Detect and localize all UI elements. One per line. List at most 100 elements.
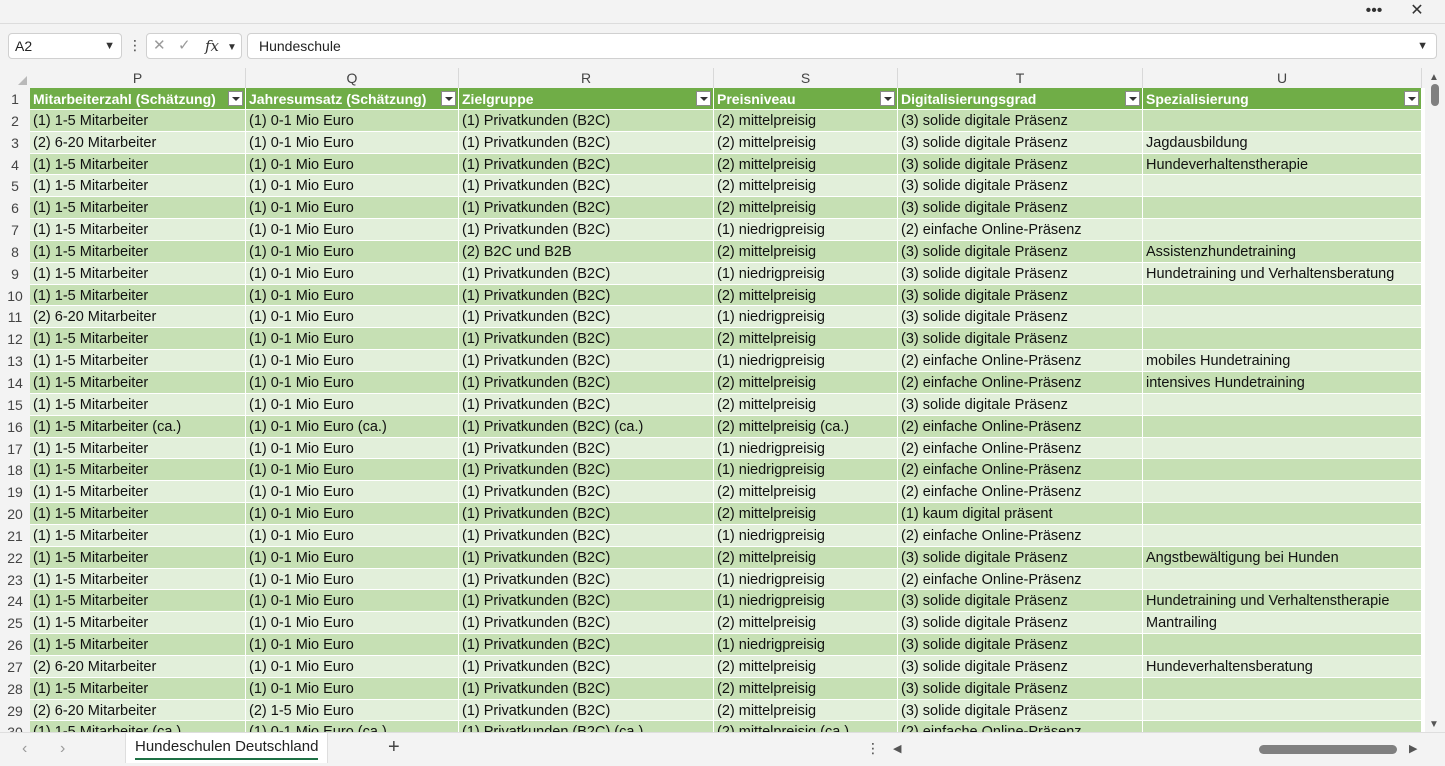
select-all-corner[interactable] <box>0 68 30 88</box>
insert-function-icon[interactable]: fx <box>205 36 219 56</box>
table-cell[interactable]: (1) Privatkunden (B2C) <box>459 219 714 241</box>
filter-dropdown-icon[interactable] <box>1404 91 1419 106</box>
table-cell[interactable]: (2) mittelpreisig <box>714 197 898 220</box>
table-cell[interactable]: (3) solide digitale Präsenz <box>898 699 1143 722</box>
table-cell[interactable] <box>1143 328 1422 351</box>
table-cell[interactable]: (1) 1-5 Mitarbeiter <box>30 219 246 241</box>
table-cell[interactable]: (2) einfache Online-Präsenz <box>898 350 1143 372</box>
vertical-dots-icon[interactable]: ⋮ <box>866 740 880 757</box>
row-number[interactable]: 19 <box>0 481 30 503</box>
table-cell[interactable]: Jagdausbildung <box>1143 131 1422 154</box>
table-cell[interactable]: (1) 0-1 Mio Euro <box>246 306 459 329</box>
table-cell[interactable]: (1) Privatkunden (B2C) <box>459 262 714 285</box>
table-cell[interactable]: (1) 0-1 Mio Euro <box>246 437 459 460</box>
table-cell[interactable] <box>1143 393 1422 416</box>
table-cell[interactable]: (3) solide digitale Präsenz <box>898 677 1143 700</box>
table-cell[interactable]: (1) 1-5 Mitarbeiter <box>30 240 246 263</box>
table-cell[interactable]: (1) 0-1 Mio Euro <box>246 634 459 656</box>
table-cell[interactable]: (1) 0-1 Mio Euro <box>246 677 459 700</box>
table-cell[interactable]: (1) 1-5 Mitarbeiter <box>30 437 246 460</box>
table-cell[interactable]: (3) solide digitale Präsenz <box>898 655 1143 678</box>
filter-dropdown-icon[interactable] <box>228 91 243 106</box>
table-cell[interactable]: (1) 1-5 Mitarbeiter <box>30 262 246 285</box>
filter-dropdown-icon[interactable] <box>696 91 711 106</box>
table-cell[interactable]: (1) niedrigpreisig <box>714 350 898 372</box>
table-cell[interactable]: (1) 0-1 Mio Euro <box>246 197 459 220</box>
table-cell[interactable]: (2) mittelpreisig <box>714 546 898 569</box>
table-cell[interactable]: (1) Privatkunden (B2C) (ca.) <box>459 415 714 438</box>
table-cell[interactable]: (2) mittelpreisig <box>714 503 898 525</box>
table-cell[interactable]: intensives Hundetraining <box>1143 371 1422 394</box>
table-cell[interactable]: Hundeverhaltensberatung <box>1143 655 1422 678</box>
vertical-dots-icon[interactable]: ⋮ <box>128 36 142 54</box>
table-cell[interactable]: (1) 1-5 Mitarbeiter <box>30 459 246 482</box>
row-number[interactable]: 9 <box>0 263 30 285</box>
add-sheet-icon[interactable]: + <box>388 736 400 759</box>
table-cell[interactable]: (2) mittelpreisig <box>714 240 898 263</box>
table-cell[interactable]: (1) 0-1 Mio Euro <box>246 590 459 613</box>
table-cell[interactable] <box>1143 284 1422 307</box>
row-number[interactable]: 22 <box>0 547 30 569</box>
chevron-down-icon[interactable]: ▼ <box>104 34 115 58</box>
chevron-down-icon[interactable]: ▼ <box>227 38 237 58</box>
horizontal-scroll-thumb[interactable] <box>1259 745 1397 754</box>
table-cell[interactable]: (1) niedrigpreisig <box>714 219 898 241</box>
table-cell[interactable]: Mantrailing <box>1143 612 1422 635</box>
row-number[interactable]: 2 <box>0 110 30 132</box>
table-cell[interactable]: (2) B2C und B2B <box>459 240 714 263</box>
table-cell[interactable]: (1) Privatkunden (B2C) <box>459 634 714 656</box>
table-cell[interactable] <box>1143 524 1422 547</box>
table-cell[interactable]: (1) 0-1 Mio Euro <box>246 175 459 198</box>
table-cell[interactable] <box>1143 568 1422 591</box>
table-cell[interactable]: (1) 1-5 Mitarbeiter <box>30 524 246 547</box>
table-cell[interactable]: (1) 1-5 Mitarbeiter <box>30 371 246 394</box>
table-cell[interactable]: (1) 0-1 Mio Euro <box>246 131 459 154</box>
table-cell[interactable]: (1) 0-1 Mio Euro <box>246 153 459 176</box>
table-cell[interactable]: (2) mittelpreisig <box>714 677 898 700</box>
table-cell[interactable] <box>1143 197 1422 220</box>
table-cell[interactable]: (1) Privatkunden (B2C) <box>459 524 714 547</box>
table-cell[interactable]: (2) 6-20 Mitarbeiter <box>30 306 246 329</box>
table-cell[interactable]: (1) niedrigpreisig <box>714 568 898 591</box>
table-cell[interactable] <box>1143 437 1422 460</box>
table-cell[interactable] <box>1143 175 1422 198</box>
cancel-icon[interactable]: ✕ <box>153 36 166 56</box>
row-number[interactable]: 25 <box>0 612 30 634</box>
sheet-tab[interactable]: Hundeschulen Deutschland <box>125 733 329 763</box>
table-cell[interactable]: (1) niedrigpreisig <box>714 437 898 460</box>
table-cell[interactable]: (2) 6-20 Mitarbeiter <box>30 699 246 722</box>
table-cell[interactable]: (1) 1-5 Mitarbeiter <box>30 546 246 569</box>
row-number[interactable]: 10 <box>0 285 30 307</box>
header-cell[interactable]: Spezialisierung <box>1143 88 1422 110</box>
table-cell[interactable]: (1) 1-5 Mitarbeiter <box>30 677 246 700</box>
table-cell[interactable] <box>1143 503 1422 525</box>
table-cell[interactable]: (1) 1-5 Mitarbeiter <box>30 568 246 591</box>
row-number[interactable]: 11 <box>0 306 30 328</box>
row-number[interactable]: 1 <box>0 88 30 110</box>
table-cell[interactable]: (1) niedrigpreisig <box>714 459 898 482</box>
table-cell[interactable]: Hundeverhaltenstherapie <box>1143 153 1422 176</box>
column-header-r[interactable]: R <box>459 68 714 88</box>
table-cell[interactable]: (3) solide digitale Präsenz <box>898 153 1143 176</box>
table-cell[interactable]: (3) solide digitale Präsenz <box>898 328 1143 351</box>
table-cell[interactable]: (1) 0-1 Mio Euro (ca.) <box>246 415 459 438</box>
table-cell[interactable]: (1) Privatkunden (B2C) <box>459 459 714 482</box>
table-cell[interactable]: (3) solide digitale Präsenz <box>898 634 1143 656</box>
table-cell[interactable] <box>1143 721 1422 732</box>
table-cell[interactable]: (1) Privatkunden (B2C) <box>459 328 714 351</box>
table-cell[interactable]: (2) mittelpreisig (ca.) <box>714 721 898 732</box>
table-cell[interactable] <box>1143 109 1422 132</box>
table-cell[interactable]: (2) 6-20 Mitarbeiter <box>30 131 246 154</box>
row-number[interactable]: 30 <box>0 721 30 732</box>
name-box[interactable]: A2 ▼ <box>8 33 122 59</box>
table-cell[interactable]: (1) Privatkunden (B2C) <box>459 131 714 154</box>
table-cell[interactable]: (1) 1-5 Mitarbeiter <box>30 197 246 220</box>
table-cell[interactable]: (1) niedrigpreisig <box>714 590 898 613</box>
table-cell[interactable]: (1) niedrigpreisig <box>714 524 898 547</box>
table-cell[interactable]: (1) 1-5 Mitarbeiter (ca.) <box>30 721 246 732</box>
table-cell[interactable]: (2) mittelpreisig <box>714 393 898 416</box>
table-cell[interactable]: (1) 1-5 Mitarbeiter <box>30 175 246 198</box>
more-options-icon[interactable]: ••• <box>1354 0 1394 24</box>
table-cell[interactable]: (1) 0-1 Mio Euro (ca.) <box>246 721 459 732</box>
column-header-u[interactable]: U <box>1143 68 1422 88</box>
